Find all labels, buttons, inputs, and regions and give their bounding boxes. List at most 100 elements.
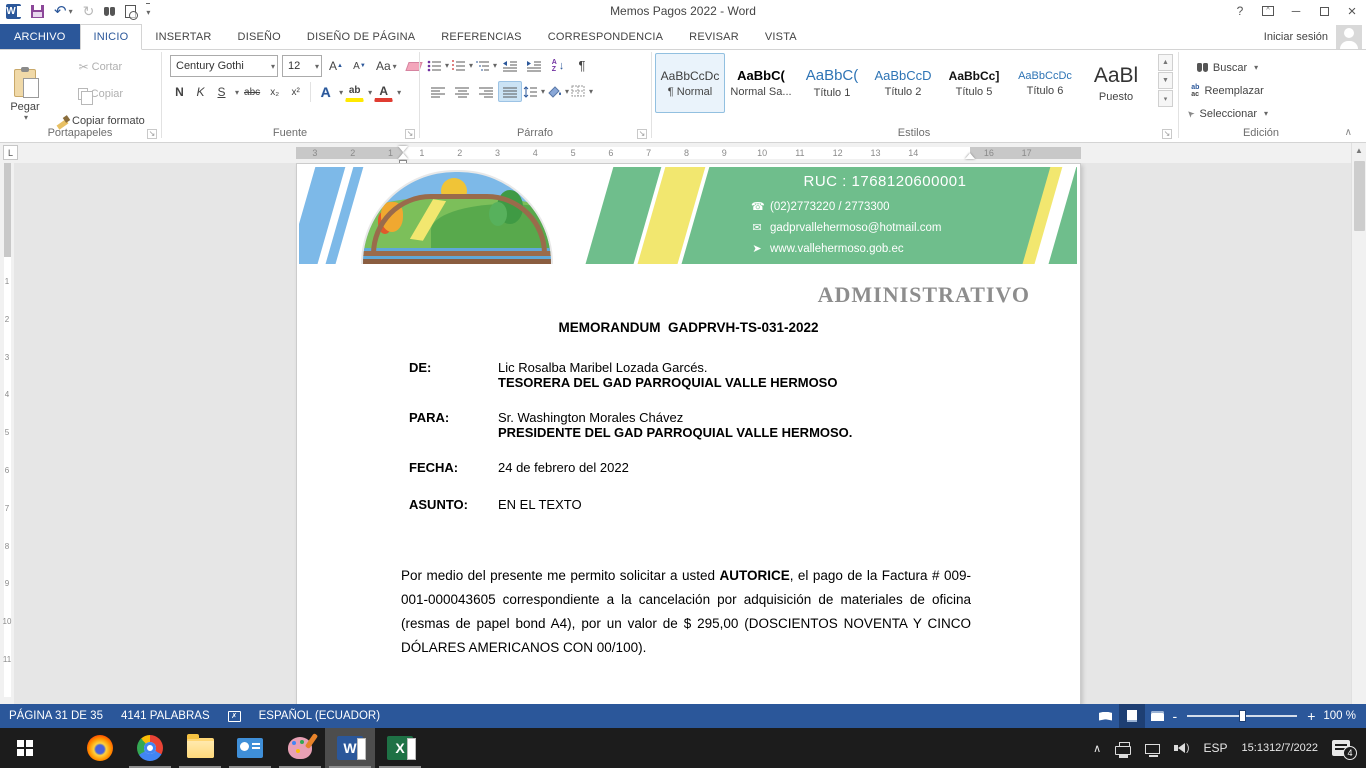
taskbar-paint[interactable] <box>275 728 325 768</box>
tab-revisar[interactable]: REVISAR <box>676 24 752 49</box>
style-puesto[interactable]: AaBlPuesto <box>1081 53 1151 113</box>
bold-button[interactable]: N <box>170 82 189 102</box>
letterhead-image[interactable]: RUC : 1768120600001 ☎(02)2773220 / 27733… <box>299 167 1077 264</box>
read-mode-button[interactable] <box>1093 704 1119 728</box>
style-titulo-1[interactable]: AaBbC(Título 1 <box>797 53 867 113</box>
paste-dropdown[interactable]: ▾ <box>24 113 28 122</box>
field-fecha[interactable]: FECHA: 24 de febrero del 2022 <box>409 460 989 475</box>
tab-diseno[interactable]: DISEÑO <box>225 24 294 49</box>
taskbar-chrome[interactable] <box>125 728 175 768</box>
copy-button[interactable]: Copiar <box>52 83 149 105</box>
change-case-button[interactable]: Aa▾ <box>373 56 400 76</box>
web-layout-button[interactable] <box>1145 704 1171 728</box>
numbering-button[interactable]: ▾ <box>450 55 474 76</box>
paste-button[interactable]: Pegar ▾ <box>6 54 44 136</box>
font-color-button[interactable]: A <box>374 82 393 102</box>
style-normal-sa[interactable]: AaBbC(Normal Sa... <box>726 53 796 113</box>
horizontal-ruler[interactable]: L 321 12345678910111213141617 <box>0 143 1366 163</box>
style-titulo-5[interactable]: AaBbCc]Título 5 <box>939 53 1009 113</box>
text-effects-dropdown[interactable]: ▾ <box>339 88 343 97</box>
tray-overflow-chevron[interactable]: ∧ <box>1093 742 1101 755</box>
align-center-button[interactable] <box>450 81 474 102</box>
show-paragraph-marks-button[interactable]: ¶ <box>570 55 594 76</box>
style-normal[interactable]: AaBbCcDc¶ Normal <box>655 53 725 113</box>
shrink-font-button[interactable]: A▼ <box>350 56 369 76</box>
cut-button[interactable]: ✂Cortar <box>52 56 149 78</box>
clock[interactable]: 15:13 12/7/2022 <box>1242 742 1318 755</box>
justify-button[interactable] <box>498 81 522 102</box>
scroll-up-arrow[interactable]: ▲ <box>1352 143 1366 158</box>
redo-button[interactable]: ↻ <box>83 3 95 19</box>
font-name-combo[interactable]: Century Gothi▾ <box>170 55 278 77</box>
tab-vista[interactable]: VISTA <box>752 24 810 49</box>
decrease-indent-button[interactable] <box>498 55 522 76</box>
shading-button[interactable]: ▾ <box>546 81 570 102</box>
fuente-dialog-launcher[interactable]: ↘ <box>405 129 415 139</box>
printer-tray-icon[interactable] <box>1115 742 1131 755</box>
styles-gallery-more[interactable]: ▾ <box>1158 90 1173 107</box>
subscript-button[interactable]: x₂ <box>265 82 284 102</box>
save-button[interactable] <box>31 3 44 19</box>
estilos-dialog-launcher[interactable]: ↘ <box>1162 129 1172 139</box>
find-qat-button[interactable] <box>104 3 115 19</box>
memo-fields[interactable]: DE: Lic Rosalba Maribel Lozada Garcés.TE… <box>409 360 989 512</box>
portapapeles-dialog-launcher[interactable]: ↘ <box>147 129 157 139</box>
tab-correspondencia[interactable]: CORRESPONDENCIA <box>535 24 676 49</box>
taskbar-excel[interactable]: X <box>375 728 425 768</box>
bullets-button[interactable]: ▾ <box>426 55 450 76</box>
taskbar-file-explorer[interactable] <box>175 728 225 768</box>
style-titulo-6[interactable]: AaBbCcDcTítulo 6 <box>1010 53 1080 113</box>
tab-archivo[interactable]: ARCHIVO <box>0 24 80 49</box>
grow-font-button[interactable]: A▲ <box>326 56 346 76</box>
vertical-scrollbar[interactable]: ▲ <box>1351 143 1366 704</box>
notification-center[interactable]: 4 <box>1332 740 1350 756</box>
administrativo-heading[interactable]: ADMINISTRATIVO <box>818 282 1030 308</box>
sort-button[interactable]: AZ↓ <box>546 55 570 76</box>
field-para[interactable]: PARA: Sr. Washington Morales ChávezPRESI… <box>409 410 989 440</box>
right-indent-marker[interactable] <box>965 153 975 159</box>
undo-button[interactable]: ↶▾ <box>54 3 73 19</box>
word-count[interactable]: 4141 PALABRAS <box>112 704 219 728</box>
collapse-ribbon-button[interactable]: ∧ <box>1345 127 1352 138</box>
tab-insertar[interactable]: INSERTAR <box>142 24 224 49</box>
strikethrough-button[interactable]: abc <box>241 82 263 102</box>
memo-title[interactable]: MEMORANDUM GADPRVH-TS-031-2022 <box>297 320 1080 335</box>
zoom-out-button[interactable]: - <box>1171 708 1180 724</box>
font-size-combo[interactable]: 12▾ <box>282 55 322 77</box>
styles-scroll-up[interactable]: ▲ <box>1158 54 1173 71</box>
zoom-slider-thumb[interactable] <box>1239 710 1246 722</box>
tab-stop-selector[interactable]: L <box>3 145 18 160</box>
highlight-dropdown[interactable]: ▾ <box>368 88 372 97</box>
sign-in[interactable]: Iniciar sesión <box>1264 25 1366 49</box>
customize-qat-button[interactable]: ▾ <box>146 3 150 19</box>
page-indicator[interactable]: PÁGINA 31 DE 35 <box>0 704 112 728</box>
close-button[interactable]: × <box>1338 0 1366 22</box>
field-asunto[interactable]: ASUNTO: EN EL TEXTO <box>409 497 989 512</box>
taskbar-firefox[interactable] <box>75 728 125 768</box>
zoom-level[interactable]: 100 % <box>1317 710 1366 722</box>
field-de[interactable]: DE: Lic Rosalba Maribel Lozada Garcés.TE… <box>409 360 989 390</box>
document-canvas[interactable]: 1234567891011 RUC : 1768120600001 ☎( <box>0 163 1366 704</box>
find-button[interactable]: Buscar▾ <box>1186 58 1269 77</box>
taskbar-word[interactable]: W <box>325 728 375 768</box>
highlight-button[interactable]: ab <box>345 82 364 102</box>
parrafo-dialog-launcher[interactable]: ↘ <box>637 129 647 139</box>
language-indicator[interactable]: ESPAÑOL (ECUADOR) <box>250 704 389 728</box>
styles-scroll-down[interactable]: ▼ <box>1158 72 1173 89</box>
hanging-indent-marker[interactable] <box>398 153 408 159</box>
ribbon-display-options-button[interactable]: ^ <box>1254 0 1282 22</box>
increase-indent-button[interactable] <box>522 55 546 76</box>
restore-button[interactable] <box>1310 0 1338 22</box>
network-tray-icon[interactable] <box>1145 742 1160 754</box>
first-line-indent-marker[interactable] <box>398 146 408 152</box>
zoom-slider[interactable] <box>1187 715 1297 717</box>
line-spacing-button[interactable]: ▾ <box>522 81 546 102</box>
print-layout-button[interactable] <box>1119 704 1145 728</box>
help-button[interactable]: ? <box>1226 0 1254 22</box>
multilevel-list-button[interactable]: ▾ <box>474 55 498 76</box>
scrollbar-thumb[interactable] <box>1354 161 1365 231</box>
italic-button[interactable]: K <box>191 82 210 102</box>
taskbar-control-panel[interactable] <box>225 728 275 768</box>
tab-diseno-de-pagina[interactable]: DISEÑO DE PÁGINA <box>294 24 428 49</box>
style-titulo-2[interactable]: AaBbCcDTítulo 2 <box>868 53 938 113</box>
